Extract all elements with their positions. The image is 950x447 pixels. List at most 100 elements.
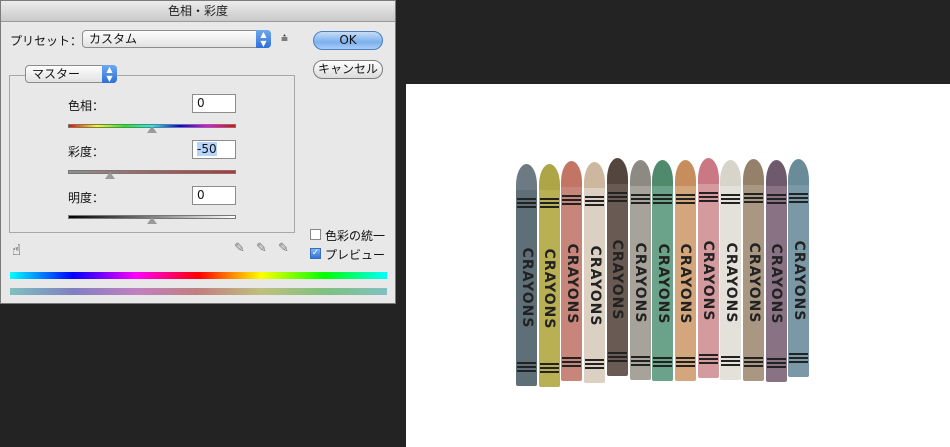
select-arrows-icon: ▲ ▼ bbox=[102, 65, 117, 83]
crayon-stripe bbox=[630, 198, 650, 200]
crayon-stripe bbox=[562, 195, 582, 197]
crayon: CRAYONS bbox=[561, 161, 583, 381]
crayon: CRAYONS bbox=[516, 164, 537, 386]
crayon-stripe bbox=[607, 360, 627, 362]
select-arrows-icon: ▲ ▼ bbox=[256, 30, 271, 48]
crayon: CRAYONS bbox=[674, 160, 696, 381]
crayon-stripe bbox=[721, 202, 741, 204]
dialog-title[interactable]: 色相・彩度 bbox=[1, 1, 395, 22]
crayon-stripe bbox=[653, 361, 673, 363]
crayon-stripe bbox=[675, 357, 695, 359]
saturation-slider-thumb[interactable] bbox=[105, 172, 115, 179]
crayon-stripe bbox=[766, 366, 786, 368]
crayon-stripe bbox=[789, 201, 809, 203]
cancel-button[interactable]: キャンセル bbox=[313, 60, 383, 79]
crayon-stripe bbox=[698, 354, 718, 356]
eyedropper-add-icon[interactable]: ✎ bbox=[256, 241, 267, 256]
eyedropper-icon[interactable]: ✎ bbox=[234, 241, 245, 256]
eyedropper-subtract-icon[interactable]: ✎ bbox=[278, 241, 289, 256]
crayon-stripe bbox=[789, 197, 809, 199]
crayon-stripe bbox=[653, 198, 673, 200]
lightness-slider-thumb[interactable] bbox=[147, 217, 157, 224]
preview-checkbox[interactable]: ✓ bbox=[310, 248, 321, 259]
crayon-wrapper: CRAYONS bbox=[674, 186, 696, 381]
crayon-stripe bbox=[744, 357, 763, 359]
crayon-label: CRAYONS bbox=[745, 242, 762, 324]
crayon-stripe bbox=[585, 204, 605, 206]
crayon-stripe bbox=[539, 367, 559, 369]
preset-select[interactable]: カスタム ▲ ▼ bbox=[82, 30, 271, 48]
lightness-input[interactable]: 0 bbox=[192, 186, 236, 205]
crayon-stripe bbox=[744, 361, 763, 363]
crayon: CRAYONS bbox=[697, 158, 719, 378]
crayon-stripe bbox=[675, 365, 695, 367]
ok-button[interactable]: OK bbox=[313, 31, 383, 50]
crayon-label: CRAYONS bbox=[609, 239, 626, 321]
channel-select[interactable]: マスター ▲ ▼ bbox=[25, 65, 117, 83]
crayon-stripe bbox=[698, 196, 718, 198]
crayon-stripe bbox=[630, 356, 650, 358]
crayon-stripe bbox=[539, 206, 559, 208]
saturation-slider-track[interactable] bbox=[68, 170, 236, 174]
hue-input[interactable]: 0 bbox=[192, 94, 236, 113]
crayon: CRAYONS bbox=[538, 164, 560, 387]
crayon-stripe bbox=[789, 193, 809, 195]
crayon-stripe bbox=[562, 203, 582, 205]
crayon-stripe bbox=[585, 200, 605, 202]
crayon-stripe bbox=[517, 362, 536, 364]
crayon-label: CRAYONS bbox=[563, 243, 580, 325]
crayon: CRAYONS bbox=[743, 159, 764, 381]
crayon: CRAYONS bbox=[720, 160, 742, 380]
lightness-label: 明度： bbox=[68, 191, 105, 205]
crayon-stripe bbox=[539, 198, 559, 200]
crayon-stripe bbox=[517, 206, 536, 208]
crayon-stripe bbox=[721, 356, 741, 358]
crayon-stripe bbox=[789, 353, 809, 355]
crayon-wrapper: CRAYONS bbox=[561, 187, 583, 381]
crayon-stripe bbox=[562, 199, 582, 201]
crayon-stripe bbox=[744, 365, 763, 367]
crayon-wrapper: CRAYONS bbox=[720, 186, 742, 380]
crayon-label: CRAYONS bbox=[632, 242, 648, 324]
crayon-stripe bbox=[721, 364, 741, 366]
crayon-stripe bbox=[517, 366, 536, 368]
preset-options-icon[interactable]: ⩮ bbox=[281, 31, 288, 46]
crayon: CRAYONS bbox=[629, 160, 651, 380]
crayon-stripe bbox=[698, 192, 718, 194]
crayon-label: CRAYONS bbox=[677, 243, 694, 324]
crayon-stripe bbox=[744, 193, 763, 195]
crayon-wrapper: CRAYONS bbox=[606, 184, 628, 376]
crayon-wrapper: CRAYONS bbox=[697, 184, 719, 378]
crayon-stripe bbox=[653, 194, 673, 196]
crayon-label: CRAYONS bbox=[541, 248, 558, 329]
crayon-stripe bbox=[675, 198, 695, 200]
crayon-label: CRAYONS bbox=[722, 242, 739, 324]
crayon-wrapper: CRAYONS bbox=[652, 186, 674, 381]
channel-value: マスター bbox=[32, 67, 81, 81]
crayon-stripe bbox=[607, 192, 627, 194]
adjustment-group bbox=[9, 75, 295, 233]
document-canvas[interactable]: CRAYONS CRAYONS CRAYONS CRAYONS CRAYONS CRAYO… bbox=[406, 84, 950, 447]
crayon-stripe bbox=[721, 194, 741, 196]
crayon: CRAYONS bbox=[765, 160, 787, 382]
crayon-stripe bbox=[653, 202, 673, 204]
colorize-checkbox[interactable] bbox=[310, 229, 321, 240]
crayon-stripe bbox=[585, 363, 605, 365]
crayon-stripe bbox=[721, 198, 741, 200]
crayon-wrapper: CRAYONS bbox=[584, 188, 606, 383]
crayon-stripe bbox=[744, 197, 763, 199]
crayon-stripe bbox=[744, 201, 763, 203]
crayon-stripe bbox=[675, 361, 695, 363]
crayon-stripe bbox=[721, 360, 741, 362]
crayon-stripe bbox=[789, 361, 809, 363]
crayon-stripe bbox=[517, 370, 536, 372]
crayon-stripe bbox=[562, 361, 582, 363]
hue-slider-thumb[interactable] bbox=[147, 126, 157, 133]
crayon-stripe bbox=[653, 365, 673, 367]
target-adjustment-hand-icon[interactable]: ☝ bbox=[12, 241, 21, 259]
crayon-label: CRAYONS bbox=[654, 243, 671, 324]
crayon-stripe bbox=[789, 357, 809, 359]
crayon-wrapper: CRAYONS bbox=[538, 190, 560, 387]
saturation-input[interactable]: -50 bbox=[192, 140, 236, 159]
crayon-stripe bbox=[653, 357, 673, 359]
